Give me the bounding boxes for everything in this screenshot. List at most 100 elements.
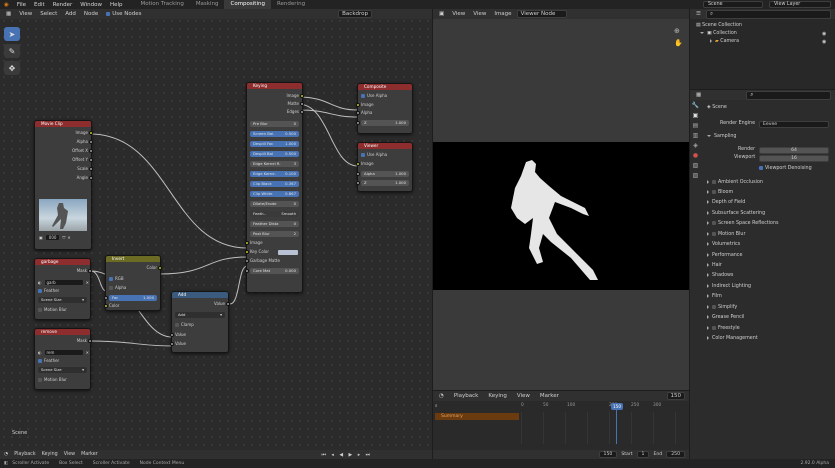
socket-mask-out[interactable] <box>88 339 92 343</box>
menu-view[interactable]: View <box>64 452 75 457</box>
key-color-swatch[interactable] <box>278 250 298 255</box>
camera-row[interactable]: ▰ Camera <box>710 38 739 46</box>
object-tab-icon[interactable]: ▧ <box>693 162 699 169</box>
socket-image-in[interactable] <box>356 162 360 166</box>
start-frame-field[interactable]: 1 <box>636 451 650 458</box>
core-matte-field[interactable]: Core Mat 0.000 <box>250 268 299 274</box>
close-icon[interactable]: ✕ <box>86 280 89 285</box>
output-tab-icon[interactable]: ▤ <box>693 122 699 129</box>
clip-frame-field[interactable]: 000 <box>44 233 61 241</box>
garbage-mask-node-header[interactable]: garbage <box>35 259 90 265</box>
close-icon[interactable]: ✕ <box>67 235 70 240</box>
add-node-header[interactable]: Add <box>172 292 228 298</box>
menu-marker[interactable]: Marker <box>81 452 98 457</box>
socket-scale-out[interactable] <box>89 167 93 171</box>
despill-factor-slider[interactable]: Despill Fac 1.000 <box>250 141 299 147</box>
viewport-samples-field[interactable]: 16 <box>759 155 829 162</box>
panel-color-management[interactable]: Color Management <box>707 335 758 343</box>
visibility-eye-icon[interactable]: ◉ <box>822 39 826 45</box>
menu-render[interactable]: Render <box>49 2 77 8</box>
socket-image-out[interactable] <box>89 131 93 135</box>
socket-edges-out[interactable] <box>300 110 304 114</box>
despill-balance-slider[interactable]: Despill Bal 0.500 <box>250 151 299 157</box>
panel-shadows[interactable]: Shadows <box>707 272 733 280</box>
viewer-use-alpha[interactable]: Use Alpha <box>361 152 409 158</box>
menu-view-mode[interactable]: View <box>449 11 468 17</box>
menu-window[interactable]: Window <box>76 2 106 8</box>
remove-size-dropdown[interactable]: Scene Size ▾ <box>38 367 87 373</box>
garbage-motion-blur-checkbox[interactable]: Motion Blur <box>38 307 87 313</box>
socket-matte-out[interactable] <box>300 102 304 106</box>
garbage-feather-checkbox[interactable]: Feather <box>38 288 87 294</box>
socket-mask-out[interactable] <box>88 269 92 273</box>
invert-alpha-checkbox[interactable]: Alpha <box>109 285 157 291</box>
menu-view[interactable]: View <box>514 393 533 399</box>
socket-image-out[interactable] <box>300 94 304 98</box>
garbage-mask-node[interactable]: garbage Mask ◐ garb ✕ Feather Scene Size… <box>34 258 92 320</box>
dopesheet-area[interactable] <box>521 412 689 444</box>
panel-bloom[interactable]: Bloom <box>707 189 733 197</box>
socket-image-in[interactable] <box>356 103 360 107</box>
clip-white-slider[interactable]: Clip White 0.867 <box>250 191 299 197</box>
movie-clip-node-header[interactable]: Movie Clip <box>35 121 91 127</box>
composite-node-header[interactable]: Composite <box>358 84 412 90</box>
view-layer-selector[interactable]: View Layer <box>769 1 831 8</box>
socket-color-in[interactable] <box>104 304 108 308</box>
menu-image[interactable]: Image <box>491 11 514 17</box>
panel-freestyle[interactable]: Freestyle <box>707 325 740 333</box>
composite-z-field[interactable]: Z 1.000 <box>361 120 409 126</box>
texture-tab-icon[interactable]: ▨ <box>693 172 699 179</box>
playback-controls[interactable]: ⏮ ◂ ◀ ▶ ▸ ⏭ <box>322 452 372 458</box>
add-math-node[interactable]: Add Value Add ▾ Clamp Value Value <box>170 291 230 353</box>
world-tab-icon[interactable]: ● <box>693 152 698 159</box>
editor-type-icon[interactable]: ☰ <box>693 11 704 17</box>
invert-rgb-checkbox[interactable]: RGB <box>109 276 157 282</box>
viewer-z-field[interactable]: Z 1.000 <box>361 180 409 186</box>
socket-core-matte-in[interactable] <box>245 269 249 273</box>
panel-performance[interactable]: Performance <box>707 252 742 260</box>
node-editor[interactable]: ▦ View Select Add Node Use Nodes Backdro… <box>0 9 432 459</box>
panel-screen-space-reflections[interactable]: Screen Space Reflections <box>707 220 779 228</box>
composite-use-alpha[interactable]: Use Alpha <box>361 93 409 99</box>
menu-edit[interactable]: Edit <box>30 2 49 8</box>
remove-mask-node[interactable]: remove Mask ◐ rem ✕ Feather Scene Size ▾ … <box>34 328 92 390</box>
edge-kernel-radius-field[interactable]: Edge Kernel R. 3 <box>250 161 299 167</box>
tab-masking[interactable]: Masking <box>190 0 225 9</box>
socket-offset-x-out[interactable] <box>89 149 93 153</box>
invert-fac-slider[interactable]: Fac 1.000 <box>109 295 157 301</box>
composite-node[interactable]: Composite Use Alpha Image Alpha Z 1.000 <box>356 83 413 134</box>
editor-type-icon[interactable]: ▣ <box>436 11 447 17</box>
clock-icon[interactable]: ◔ <box>436 393 447 399</box>
menu-view[interactable]: View <box>470 11 489 17</box>
panel-hair[interactable]: Hair <box>707 262 722 270</box>
socket-value1-in[interactable] <box>170 333 174 337</box>
frame-field[interactable]: 150 <box>598 451 618 458</box>
panel-ambient-occlusion[interactable]: Ambient Occlusion <box>707 179 763 187</box>
tab-motion-tracking[interactable]: Motion Tracking <box>135 0 190 9</box>
playhead-frame-label[interactable]: 150 <box>611 403 623 410</box>
scene-tab-icon[interactable]: ◈ <box>693 142 698 149</box>
keying-node-header[interactable]: Keying <box>247 83 302 89</box>
menu-help[interactable]: Help <box>106 2 127 8</box>
timeline-editor[interactable]: ◔ Playback Keying View Marker 150 ⌕ Summ… <box>433 391 689 459</box>
menu-keying[interactable]: Keying <box>42 452 58 457</box>
socket-garbage-matte-in[interactable] <box>245 259 249 263</box>
socket-color-out[interactable] <box>158 266 162 270</box>
render-engine-dropdown[interactable]: Eevee <box>759 121 829 128</box>
garbage-size-dropdown[interactable]: Scene Size ▾ <box>38 297 87 303</box>
viewer-node-selector[interactable]: Viewer Node <box>516 10 567 18</box>
keying-node[interactable]: Keying Image Matte Edges Pre Blur 0 Scree… <box>245 82 304 293</box>
sampling-panel[interactable]: Sampling <box>707 133 736 141</box>
zoom-icon[interactable]: ⊕ <box>674 27 680 35</box>
remove-mask-node-header[interactable]: remove <box>35 329 90 335</box>
mask-selector[interactable]: ◐ rem ✕ <box>38 349 89 356</box>
panel-film[interactable]: Film <box>707 293 722 301</box>
dilate-erode-field[interactable]: Dilate/Erode 0 <box>250 201 299 207</box>
socket-alpha-in[interactable] <box>356 111 360 115</box>
remove-motion-blur-checkbox[interactable]: Motion Blur <box>38 377 87 383</box>
movie-clip-node[interactable]: Movie Clip Image Alpha Offset X Offset Y… <box>34 120 93 250</box>
viewer-node[interactable]: Viewer Use Alpha Image Alpha 1.000 Z 1.000 <box>356 142 413 192</box>
properties-search[interactable]: ⌕ <box>746 90 831 100</box>
close-icon[interactable]: ✕ <box>86 350 89 355</box>
properties-editor[interactable]: ▦ ⌕ 🔧 ▣ ▤ ▥ ◈ ● ▧ ▨ ◈ Scene Render Engin… <box>690 90 835 459</box>
